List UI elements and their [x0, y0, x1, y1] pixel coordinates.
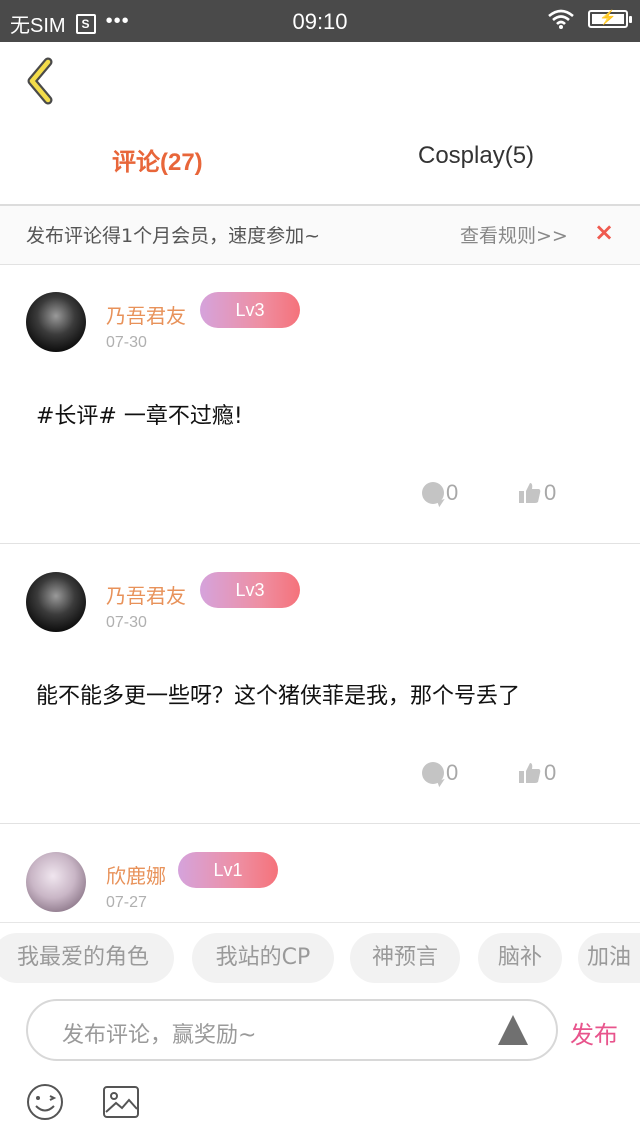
comment-date: 07-30: [106, 614, 147, 631]
comment-item: 乃吾君友 Lv3 07-30 能不能多更一些呀？这个猪侠菲是我，那个号丢了 0 …: [0, 544, 640, 824]
status-bar: 无SIM S ••• 09:10 ⚡: [0, 0, 640, 42]
comment-input[interactable]: 发布评论，赢奖励~: [26, 999, 558, 1061]
thumbs-up-icon: [519, 483, 541, 503]
comment-item: 欣鹿娜 Lv1 07-27: [0, 824, 640, 922]
level-badge: Lv3: [200, 572, 300, 608]
level-badge: Lv3: [200, 292, 300, 328]
comment-input-placeholder: 发布评论，赢奖励~: [62, 1023, 257, 1048]
comment-date: 07-27: [106, 894, 147, 911]
notice-text: 发布评论得1个月会员，速度参加~: [26, 225, 321, 247]
back-button[interactable]: [22, 56, 62, 106]
battery-charging-icon: ⚡: [588, 9, 632, 28]
reply-count-value: 0: [446, 480, 459, 505]
expand-icon[interactable]: [498, 1015, 528, 1045]
chevron-left-icon: [27, 57, 53, 105]
quick-tag-chip[interactable]: 脑补: [478, 933, 562, 983]
comment-text: #长评# 一章不过瘾!: [36, 404, 243, 429]
image-icon[interactable]: [102, 1085, 140, 1119]
comment-date: 07-30: [106, 334, 147, 351]
like-count[interactable]: 0: [518, 480, 556, 506]
like-count[interactable]: 0: [518, 760, 556, 786]
comment-text: 能不能多更一些呀？这个猪侠菲是我，那个号丢了: [36, 684, 521, 709]
avatar[interactable]: [26, 572, 86, 632]
level-badge: Lv1: [178, 852, 278, 888]
comment-username[interactable]: 乃吾君友: [106, 580, 186, 609]
publish-button[interactable]: 发布: [570, 1015, 618, 1050]
thumbs-up-icon: [519, 763, 541, 783]
view-rules-link[interactable]: 查看规则>>: [460, 221, 568, 248]
avatar[interactable]: [26, 852, 86, 912]
quick-tag-row[interactable]: 我最爱的角色 我站的CP 神预言 脑补 加油: [0, 933, 640, 985]
comment-username[interactable]: 欣鹿娜: [106, 860, 166, 889]
comment-bubble-icon: [422, 762, 444, 784]
tab-bar: 评论(27) Cosplay(5): [0, 126, 640, 190]
like-count-value: 0: [544, 480, 557, 505]
close-icon[interactable]: ×: [594, 218, 614, 246]
comment-composer: 我最爱的角色 我站的CP 神预言 脑补 加油 发布评论，赢奖励~ 发布: [0, 922, 640, 1139]
tab-comments[interactable]: 评论(27): [112, 142, 203, 177]
reply-count[interactable]: 0: [422, 760, 458, 786]
quick-tag-chip[interactable]: 神预言: [350, 933, 460, 983]
emoji-icon[interactable]: [26, 1083, 64, 1121]
quick-tag-chip[interactable]: 我站的CP: [192, 933, 334, 983]
comment-username[interactable]: 乃吾君友: [106, 300, 186, 329]
comment-bubble-icon: [422, 482, 444, 504]
quick-tag-chip[interactable]: 我最爱的角色: [0, 933, 174, 983]
like-count-value: 0: [544, 760, 557, 785]
promo-notice-bar: 发布评论得1个月会员，速度参加~ 查看规则>> ×: [0, 206, 640, 265]
status-right: ⚡: [548, 9, 632, 29]
tab-cosplay[interactable]: Cosplay(5): [418, 142, 534, 170]
reply-count[interactable]: 0: [422, 480, 458, 506]
comment-item: 乃吾君友 Lv3 07-30 #长评# 一章不过瘾! 0 0: [0, 264, 640, 544]
avatar[interactable]: [26, 292, 86, 352]
reply-count-value: 0: [446, 760, 459, 785]
quick-tag-chip[interactable]: 加油: [578, 933, 640, 983]
status-time: 09:10: [292, 9, 348, 34]
wifi-icon: [548, 9, 574, 29]
